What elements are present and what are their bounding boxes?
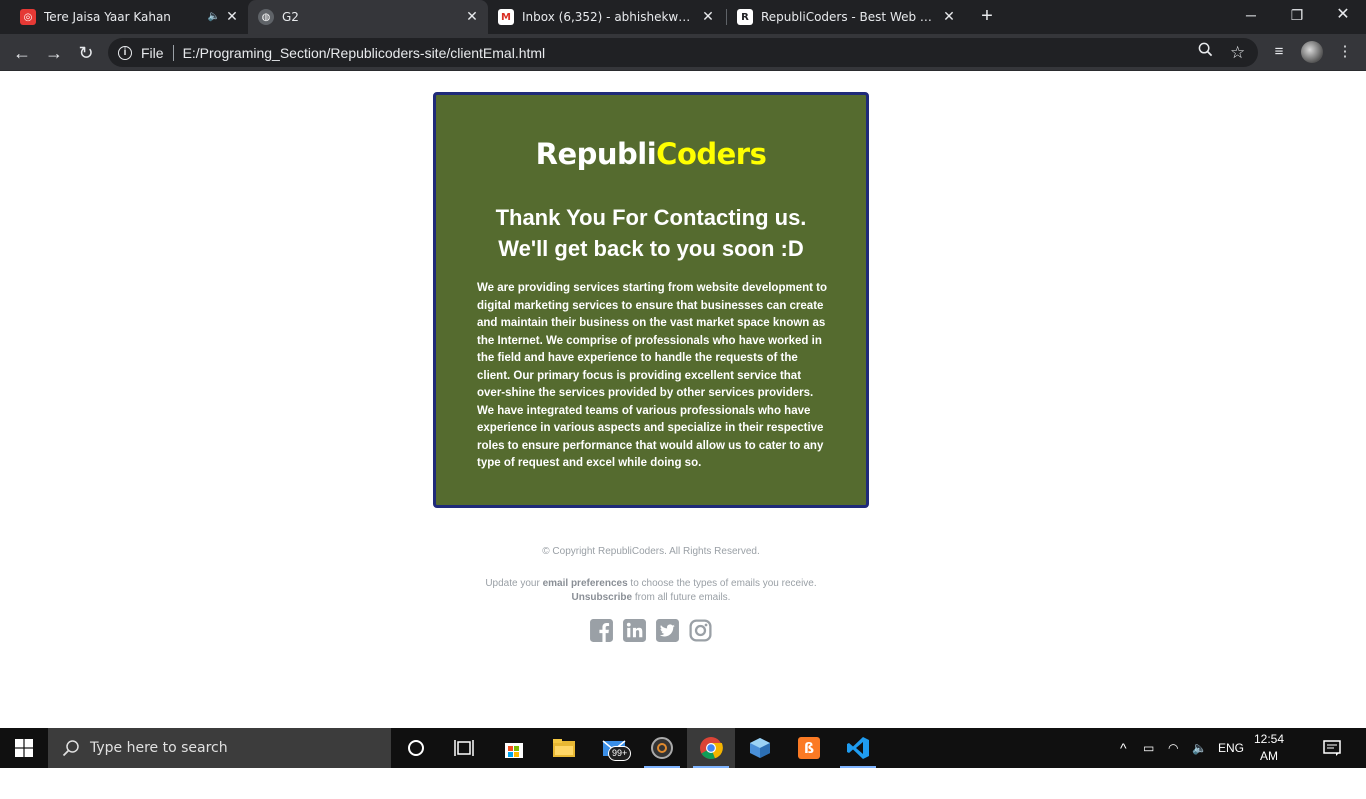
windows-taskbar: Type here to search 99+ ß ^ ▭ ◠ 🔈 ENG 12… bbox=[0, 728, 1366, 797]
new-tab-button[interactable]: + bbox=[975, 4, 999, 28]
file-explorer-app[interactable] bbox=[540, 728, 588, 768]
clock-time: 12:54 AM bbox=[1253, 732, 1285, 763]
chrome-icon bbox=[700, 737, 723, 760]
unsubscribe-line: Unsubscribe from all future emails. bbox=[0, 592, 1302, 603]
browser-toolbar: ← → ↻ i File E:/Programing_Section/Repub… bbox=[0, 34, 1366, 71]
page-content: RepubliCoders Thank You For Contacting u… bbox=[0, 71, 1366, 728]
close-icon[interactable]: ✕ bbox=[941, 9, 957, 25]
heading-line-2: We'll get back to you soon :D bbox=[498, 236, 804, 261]
volume-icon[interactable]: 🔈 bbox=[1192, 728, 1207, 768]
copyright-text: © Copyright RepubliCoders. All Rights Re… bbox=[542, 546, 760, 557]
menu-icon[interactable]: ⋮ bbox=[1332, 39, 1358, 65]
close-window-button[interactable]: ✕ bbox=[1320, 0, 1366, 30]
battery-icon[interactable]: ▭ bbox=[1143, 728, 1154, 768]
close-icon[interactable]: ✕ bbox=[224, 9, 240, 25]
folder-icon bbox=[553, 739, 575, 757]
xampp-icon: ß bbox=[798, 737, 820, 759]
brand-part-white: Republi bbox=[535, 137, 657, 171]
tab-gmail[interactable]: M Inbox (6,352) - abhishekwaghmare ✕ bbox=[488, 0, 724, 34]
vscode-app[interactable] bbox=[834, 728, 882, 768]
facebook-icon[interactable] bbox=[589, 618, 614, 643]
cortana-button[interactable] bbox=[392, 728, 440, 768]
minimize-button[interactable]: ─ bbox=[1228, 0, 1274, 30]
media-player-app[interactable] bbox=[638, 728, 686, 768]
close-icon[interactable]: ✕ bbox=[700, 9, 716, 25]
cube-icon bbox=[750, 738, 770, 758]
close-icon[interactable]: ✕ bbox=[464, 9, 480, 25]
preferences-prefix: Update your bbox=[485, 578, 543, 589]
bookmark-star-icon[interactable]: ☆ bbox=[1230, 38, 1245, 67]
instagram-icon[interactable] bbox=[688, 618, 713, 643]
email-preferences-link[interactable]: email preferences bbox=[543, 578, 628, 589]
media-player-icon bbox=[651, 737, 673, 759]
brand-logo: RepubliCoders bbox=[436, 137, 866, 171]
task-view-button[interactable] bbox=[440, 728, 488, 768]
clock-date: 31-Aug-20 bbox=[1247, 766, 1291, 797]
tab-g2[interactable]: ◍ G2 ✕ bbox=[248, 0, 488, 34]
speaker-icon[interactable]: 🔈 bbox=[208, 9, 220, 25]
virtualbox-app[interactable] bbox=[736, 728, 784, 768]
xampp-app[interactable]: ß bbox=[785, 728, 833, 768]
thank-you-heading: Thank You For Contacting us. We'll get b… bbox=[436, 202, 866, 264]
email-card: RepubliCoders Thank You For Contacting u… bbox=[433, 92, 869, 508]
social-links bbox=[589, 618, 713, 644]
cortana-icon bbox=[408, 740, 424, 756]
show-hidden-icons[interactable]: ^ bbox=[1120, 728, 1127, 768]
wifi-icon[interactable]: ◠ bbox=[1168, 728, 1178, 768]
svg-text:ß: ß bbox=[804, 741, 814, 757]
store-icon bbox=[505, 743, 523, 758]
restore-button[interactable]: ❐ bbox=[1274, 0, 1320, 30]
mail-app[interactable]: 99+ bbox=[590, 728, 638, 768]
media-control-icon[interactable]: ≡ bbox=[1266, 39, 1292, 65]
address-bar[interactable]: i File E:/Programing_Section/Republicode… bbox=[108, 38, 1258, 67]
republicoders-icon: R bbox=[737, 9, 753, 25]
avatar[interactable] bbox=[1301, 41, 1323, 63]
address-scheme: File bbox=[141, 44, 164, 61]
system-clock[interactable]: 12:54 AM 31-Aug-20 bbox=[1245, 731, 1293, 799]
tab-republicoders[interactable]: R RepubliCoders - Best Web and App ✕ bbox=[727, 0, 965, 34]
preferences-suffix: to choose the types of emails you receiv… bbox=[627, 578, 817, 589]
tab-strip: ◎ Tere Jaisa Yaar Kahan 🔈 ✕ ◍ G2 ✕ M Inb… bbox=[0, 0, 1366, 34]
services-paragraph: We are providing services starting from … bbox=[477, 282, 827, 469]
heading-line-1: Thank You For Contacting us. bbox=[495, 205, 807, 230]
chrome-app[interactable] bbox=[687, 728, 735, 768]
windows-logo-icon bbox=[15, 739, 33, 757]
unsubscribe-suffix: from all future emails. bbox=[632, 592, 731, 603]
zoom-icon[interactable] bbox=[1198, 38, 1213, 67]
twitter-icon[interactable] bbox=[655, 618, 680, 643]
search-icon bbox=[62, 740, 79, 757]
store-app[interactable] bbox=[490, 728, 538, 768]
mail-badge: 99+ bbox=[608, 746, 632, 761]
globe-icon: ◍ bbox=[258, 9, 274, 25]
tab-title: Inbox (6,352) - abhishekwaghmare bbox=[522, 10, 696, 24]
linkedin-icon[interactable] bbox=[622, 618, 647, 643]
tab-title: G2 bbox=[282, 10, 299, 24]
back-button[interactable]: ← bbox=[8, 39, 36, 67]
language-indicator[interactable]: ENG bbox=[1218, 728, 1244, 768]
address-divider bbox=[172, 44, 174, 61]
preferences-line: Update your email preferences to choose … bbox=[0, 578, 1302, 589]
vscode-icon bbox=[847, 737, 869, 759]
tab-music[interactable]: ◎ Tere Jaisa Yaar Kahan 🔈 ✕ bbox=[12, 0, 248, 34]
search-placeholder: Type here to search bbox=[90, 740, 228, 756]
tab-title: Tere Jaisa Yaar Kahan bbox=[44, 10, 171, 24]
task-view-icon bbox=[454, 740, 474, 756]
info-icon[interactable]: i bbox=[118, 45, 132, 60]
gmail-icon: M bbox=[498, 9, 514, 25]
music-app-icon: ◎ bbox=[20, 9, 36, 25]
taskbar-search[interactable]: Type here to search bbox=[48, 728, 391, 768]
address-url[interactable]: E:/Programing_Section/Republicoders-site… bbox=[183, 45, 546, 61]
notification-icon[interactable] bbox=[1322, 738, 1342, 758]
start-button[interactable] bbox=[0, 728, 48, 768]
tab-title: RepubliCoders - Best Web and App bbox=[761, 10, 937, 24]
brand-part-yellow: Coders bbox=[656, 137, 767, 171]
forward-button[interactable]: → bbox=[40, 39, 68, 67]
unsubscribe-link[interactable]: Unsubscribe bbox=[572, 592, 633, 603]
reload-button[interactable]: ↻ bbox=[72, 39, 100, 67]
